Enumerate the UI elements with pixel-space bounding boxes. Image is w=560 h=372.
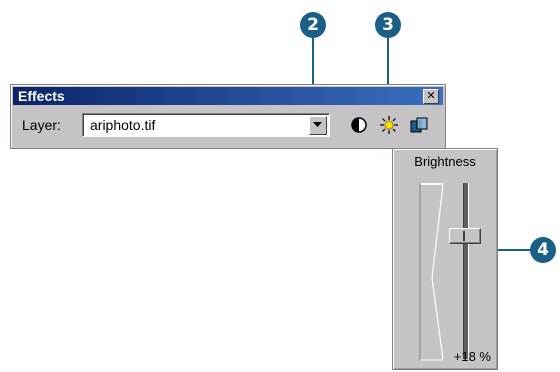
brightness-title: Brightness [414,154,476,169]
chevron-down-icon [313,122,322,127]
layer-dropdown[interactable]: ariphoto.tif [82,113,330,137]
transparency-button[interactable] [409,115,429,135]
contrast-icon [351,117,367,133]
callout-2-leader [312,38,314,84]
callout-3-leader [387,38,389,84]
close-button[interactable]: ✕ [423,89,439,104]
brightness-panel: Brightness +18 % [392,148,498,370]
callout-2: 2 [300,12,326,38]
brightness-icon [380,116,398,134]
layer-dropdown-button[interactable] [309,116,327,135]
callout-3: 3 [375,12,401,38]
brightness-track[interactable] [463,183,469,359]
transparency-icon [410,117,428,133]
close-icon: ✕ [426,89,436,102]
brightness-slider[interactable] [449,228,481,244]
brightness-ramp-icon [419,183,444,361]
title-bar[interactable]: Effects ✕ [13,87,443,105]
contrast-button[interactable] [349,115,369,135]
callout-4: 4 [530,237,556,263]
effects-toolbar: Effects ✕ Layer: ariphoto.tif [10,84,446,149]
layer-label: Layer: [22,117,61,133]
slider-grip [463,231,465,241]
window-title: Effects [18,88,65,104]
brightness-value: +18 % [453,349,491,364]
layer-value: ariphoto.tif [90,117,156,133]
brightness-button[interactable] [379,115,399,135]
